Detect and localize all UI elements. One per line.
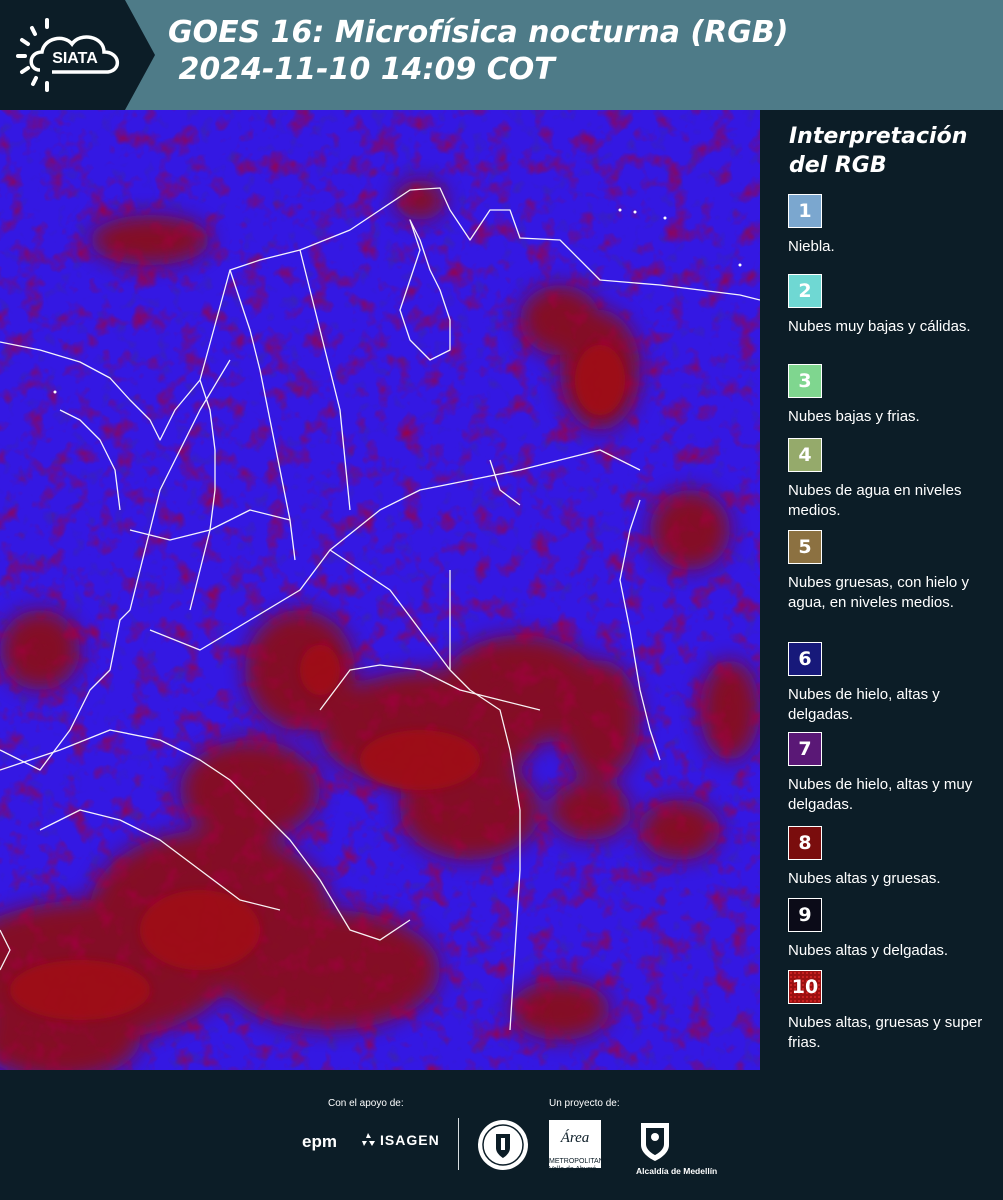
legend-label-1: Niebla. (788, 238, 835, 255)
legend-item-4: 4 Nubes de agua en niveles medios. (788, 438, 998, 521)
title-line-2: 2024-11-10 14:09 COT (168, 52, 555, 87)
svg-text:Área: Área (560, 1129, 590, 1146)
satellite-rgb-map (0, 110, 760, 1070)
legend-item-3: 3 Nubes bajas y frias. (788, 364, 998, 427)
legend-item-10: 10 Nubes altas, gruesas y super frias. (788, 970, 998, 1053)
legend-label-10: Nubes altas, gruesas y super frias. (788, 1014, 983, 1051)
title-line-1: GOES 16: Microfísica nocturna (RGB) (168, 15, 789, 50)
legend-title: Interpretación del RGB (789, 124, 968, 178)
legend-item-8: 8 Nubes altas y gruesas. (788, 826, 998, 889)
legend-item-5: 5 Nubes gruesas, con hielo y agua, en ni… (788, 530, 998, 613)
legend-label-9: Nubes altas y delgadas. (788, 942, 949, 959)
siata-logo-text: SIATA (52, 50, 98, 67)
rgb-legend: Interpretación del RGB 1 Niebla. 2 Nubes… (760, 110, 1003, 1070)
legend-swatch-3: 3 (788, 364, 822, 398)
isagen-logo: ISAGEN (360, 1132, 440, 1148)
isagen-icon (362, 1133, 375, 1146)
footer-bar: Con el apoyo de: Un proyecto de: epm ISA… (0, 1070, 1003, 1200)
legend-label-4: Nubes de agua en niveles medios. (788, 482, 962, 519)
medellin-shield-icon (641, 1123, 669, 1161)
area-metropolitana-text: METROPOLITANA Valle de Aburrá (549, 1158, 609, 1173)
project-label: Un proyecto de: (549, 1098, 620, 1109)
legend-item-9: 9 Nubes altas y delgadas. (788, 898, 998, 961)
legend-swatch-10: 10 (788, 970, 822, 1004)
legend-swatch-9: 9 (788, 898, 822, 932)
header-bar: SIATA GOES 16: Microfísica nocturna (RGB… (0, 0, 1003, 110)
legend-label-5: Nubes gruesas, con hielo y agua, en nive… (788, 574, 969, 611)
legend-swatch-4: 4 (788, 438, 822, 472)
legend-label-7: Nubes de hielo, altas y muy delgadas. (788, 776, 973, 813)
legend-label-8: Nubes altas y gruesas. (788, 870, 941, 887)
legend-label-3: Nubes bajas y frias. (788, 408, 920, 425)
legend-item-6: 6 Nubes de hielo, altas y delgadas. (788, 642, 998, 725)
legend-swatch-6: 6 (788, 642, 822, 676)
footer-divider (458, 1118, 459, 1170)
legend-swatch-1: 1 (788, 194, 822, 228)
legend-label-6: Nubes de hielo, altas y delgadas. (788, 686, 940, 723)
legend-swatch-2: 2 (788, 274, 822, 308)
legend-swatch-7: 7 (788, 732, 822, 766)
alcaldia-medellin-text: Alcaldía de Medellín (636, 1166, 718, 1176)
siata-logo: SIATA (0, 0, 155, 110)
legend-item-2: 2 Nubes muy bajas y cálidas. (788, 274, 998, 337)
page-title: GOES 16: Microfísica nocturna (RGB) 2024… (168, 14, 788, 88)
legend-label-2: Nubes muy bajas y cálidas. (788, 318, 971, 335)
legend-swatch-5: 5 (788, 530, 822, 564)
epm-logo: epm (302, 1132, 337, 1151)
legend-swatch-8: 8 (788, 826, 822, 860)
university-seal-icon (478, 1120, 528, 1170)
support-label: Con el apoyo de: (328, 1098, 404, 1109)
legend-item-7: 7 Nubes de hielo, altas y muy delgadas. (788, 732, 998, 815)
legend-item-1: 1 Niebla. (788, 194, 998, 257)
